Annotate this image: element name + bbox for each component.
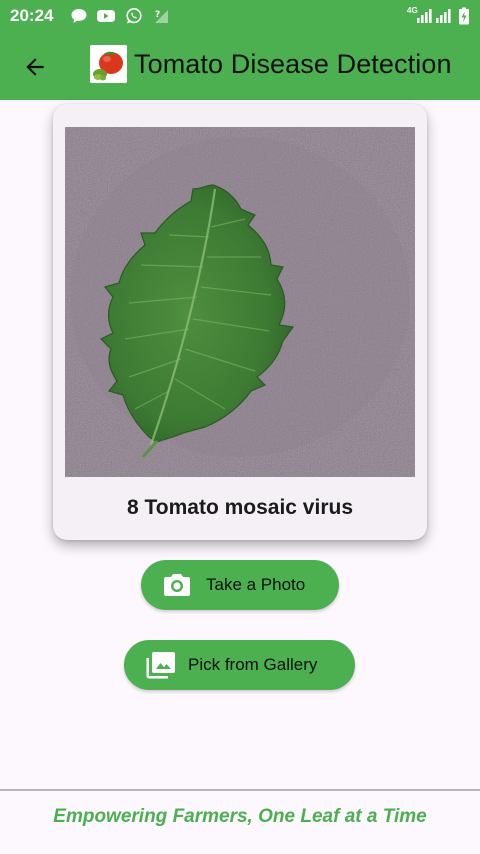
back-button[interactable] [18, 50, 52, 84]
app-title: Tomato Disease Detection [134, 49, 452, 79]
app-bar: Tomato Disease Detection [0, 32, 480, 100]
pick-gallery-label: Pick from Gallery [188, 655, 318, 674]
signal-icon [417, 9, 432, 23]
status-bar: 20:24 ? 4G [0, 0, 480, 32]
camera-icon [164, 574, 190, 596]
photo-library-icon [146, 652, 175, 679]
result-card: 8 Tomato mosaic virus [53, 104, 427, 540]
tomato-logo-icon [90, 45, 127, 83]
arrow-back-icon [26, 58, 44, 76]
take-photo-button[interactable]: Take a Photo [141, 560, 339, 610]
prediction-label: 8 Tomato mosaic virus [126, 496, 354, 519]
message-bubble-icon [71, 9, 87, 23]
take-photo-label: Take a Photo [206, 575, 306, 594]
svg-text:?: ? [155, 10, 160, 20]
whatsapp-icon [126, 8, 142, 24]
wifi-question-icon: ? [155, 10, 168, 23]
tomato-leaf-photo [65, 127, 415, 477]
youtube-icon [97, 10, 115, 22]
status-time: 20:24 [10, 6, 54, 25]
footer-tagline: Empowering Farmers, One Leaf at a Time [53, 806, 427, 827]
footer-divider [0, 789, 480, 791]
pick-gallery-button[interactable]: Pick from Gallery [124, 640, 355, 690]
signal-icon [436, 9, 451, 23]
battery-charging-icon [459, 7, 469, 25]
